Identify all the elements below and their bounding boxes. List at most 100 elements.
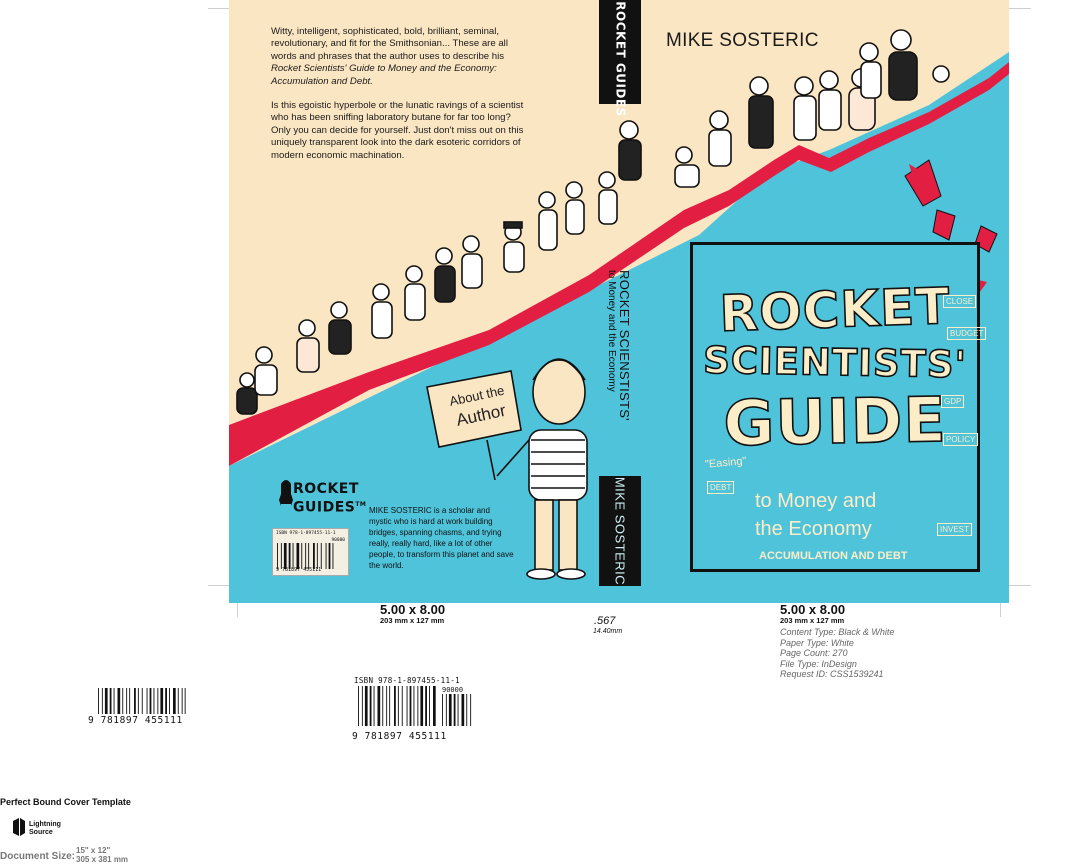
barcode-bar (369, 686, 372, 726)
document-size-inches: 15" x 12" (76, 846, 111, 855)
logo-wordmark: ROCKET GUIDESTM (293, 482, 366, 516)
barcode-2-price: 90000 (442, 686, 464, 694)
person-figure (404, 265, 426, 321)
barcode-bar (160, 688, 164, 714)
barcode-bars-icon (277, 543, 334, 569)
ls-logo-line-1: Lightning (29, 821, 61, 828)
barcode-bar (305, 543, 307, 569)
barcode-bars-icon (358, 686, 436, 726)
barcode-bar (101, 688, 103, 714)
barcode-bar (420, 686, 424, 726)
spine-width: .567 (594, 615, 616, 627)
barcode-bar (386, 686, 388, 726)
document-size-value: 15" x 12" 305 x 381 mm (76, 846, 128, 864)
book-cover: Witty, intelligent, sophisticated, bold,… (229, 0, 1009, 603)
template-barcode-1: 9 781897 455111 (88, 688, 188, 728)
barcode-bar (109, 688, 112, 714)
barcode-bar (429, 686, 430, 726)
logo-word-2: GUIDES (293, 499, 356, 516)
barcode-bar (433, 686, 436, 726)
barcode-bar (448, 694, 452, 726)
barcode-bar (117, 688, 121, 714)
spine-author-text: MIKE SOSTERIC (612, 476, 628, 586)
back-cover-blurb: Witty, intelligent, sophisticated, bold,… (271, 26, 531, 174)
person-figure (793, 76, 817, 141)
barcode-bar (397, 686, 399, 726)
person-figure (538, 191, 558, 251)
back-barcode: ISBN 978-1-897455-11-1 90000 9 781897 45… (272, 528, 349, 576)
trim-guide-bottom-right (1009, 585, 1031, 586)
barcode-bar (328, 543, 331, 569)
barcode-bar (394, 686, 396, 726)
barcode-bar (280, 543, 282, 569)
barcode-bar (181, 688, 183, 714)
barcode-bar (301, 543, 303, 569)
front-title-word-3: GUIDE (722, 382, 948, 460)
front-subtitle-line-2: the Economy (755, 518, 872, 540)
barcode-bar (173, 688, 176, 714)
template-barcode-2: ISBN 978-1-897455-11-1 90000 9 781897 45… (350, 676, 480, 746)
barcode-bar (316, 543, 318, 569)
spec-file-type: File Type: InDesign (780, 658, 857, 669)
bleed-guide-left (237, 603, 238, 617)
bleed-guide-right (1000, 603, 1001, 617)
barcode-bar (358, 686, 359, 726)
front-title-word-2: SCIENTISTS' (702, 338, 968, 387)
spine-title-text: ROCKET SCIENSTISTS' to Money and the Eco… (606, 270, 632, 430)
template-title: Perfect Bound Cover Template (0, 797, 131, 807)
barcode-bar (292, 543, 294, 569)
barcode-bar (406, 686, 408, 726)
barcode-bar (401, 686, 403, 726)
spec-request-id: Request ID: CSS1539241 (780, 669, 884, 679)
barcode-bar (113, 688, 115, 714)
barcode-bar (134, 688, 136, 714)
person-figure (503, 221, 525, 273)
spine-author: MIKE SOSTERIC (600, 476, 640, 586)
barcode-bars-icon (98, 688, 186, 714)
barcode-bar (377, 686, 381, 726)
logo-word-1: ROCKET (293, 481, 359, 497)
person-figure (708, 110, 732, 167)
spine-width-mm: 14.40mm (593, 628, 623, 635)
barcode-bar (283, 543, 287, 569)
barcode-bar (129, 688, 131, 714)
barcode-bar (425, 686, 427, 726)
barcode-bar (457, 694, 459, 726)
person-figure (434, 247, 456, 303)
barcode-bar (470, 694, 472, 726)
barcode-bar (104, 688, 108, 714)
spec-page-count: Page Count: 270 (780, 648, 848, 658)
person-figure (236, 372, 258, 415)
barcode-bar (373, 686, 375, 726)
person-figure (859, 42, 882, 99)
barcode-bar (296, 543, 300, 569)
person-figure (565, 181, 585, 235)
logo-tm: TM (355, 501, 367, 508)
barcode-bar (417, 686, 419, 726)
book-icon (13, 818, 25, 836)
person-figure (328, 301, 352, 355)
barcode-bar (461, 694, 465, 726)
barcode-bar (165, 688, 167, 714)
spec-content-type: Content Type: Black & White (780, 627, 895, 637)
front-size-mm: 203 mm x 127 mm (780, 616, 845, 625)
barcode-2-digits: 9 781897 455111 (352, 731, 447, 742)
barcode-bar (313, 543, 315, 569)
doodle-label: INVEST (937, 523, 972, 536)
barcode-bar (146, 688, 148, 714)
file-specs: Content Type: Black & White Paper Type: … (780, 627, 894, 680)
barcode-isbn: ISBN 978-1-897455-11-1 (276, 531, 336, 536)
barcode-bar (126, 688, 128, 714)
barcode-bar (382, 686, 384, 726)
barcode-bar (453, 694, 456, 726)
barcode-bar (98, 688, 99, 714)
front-subtitle-line-1: to Money and (755, 490, 877, 512)
blurb-text: Witty, intelligent, sophisticated, bold,… (271, 26, 508, 62)
barcode-bar (325, 543, 327, 569)
barcode-bar (442, 694, 443, 726)
author-bio: MIKE SOSTERIC is a scholar and mystic wh… (369, 506, 514, 570)
barcode-bar (141, 688, 143, 714)
person-figure (371, 283, 393, 339)
barcode-bar (389, 686, 391, 726)
spec-paper-type: Paper Type: White (780, 637, 854, 648)
